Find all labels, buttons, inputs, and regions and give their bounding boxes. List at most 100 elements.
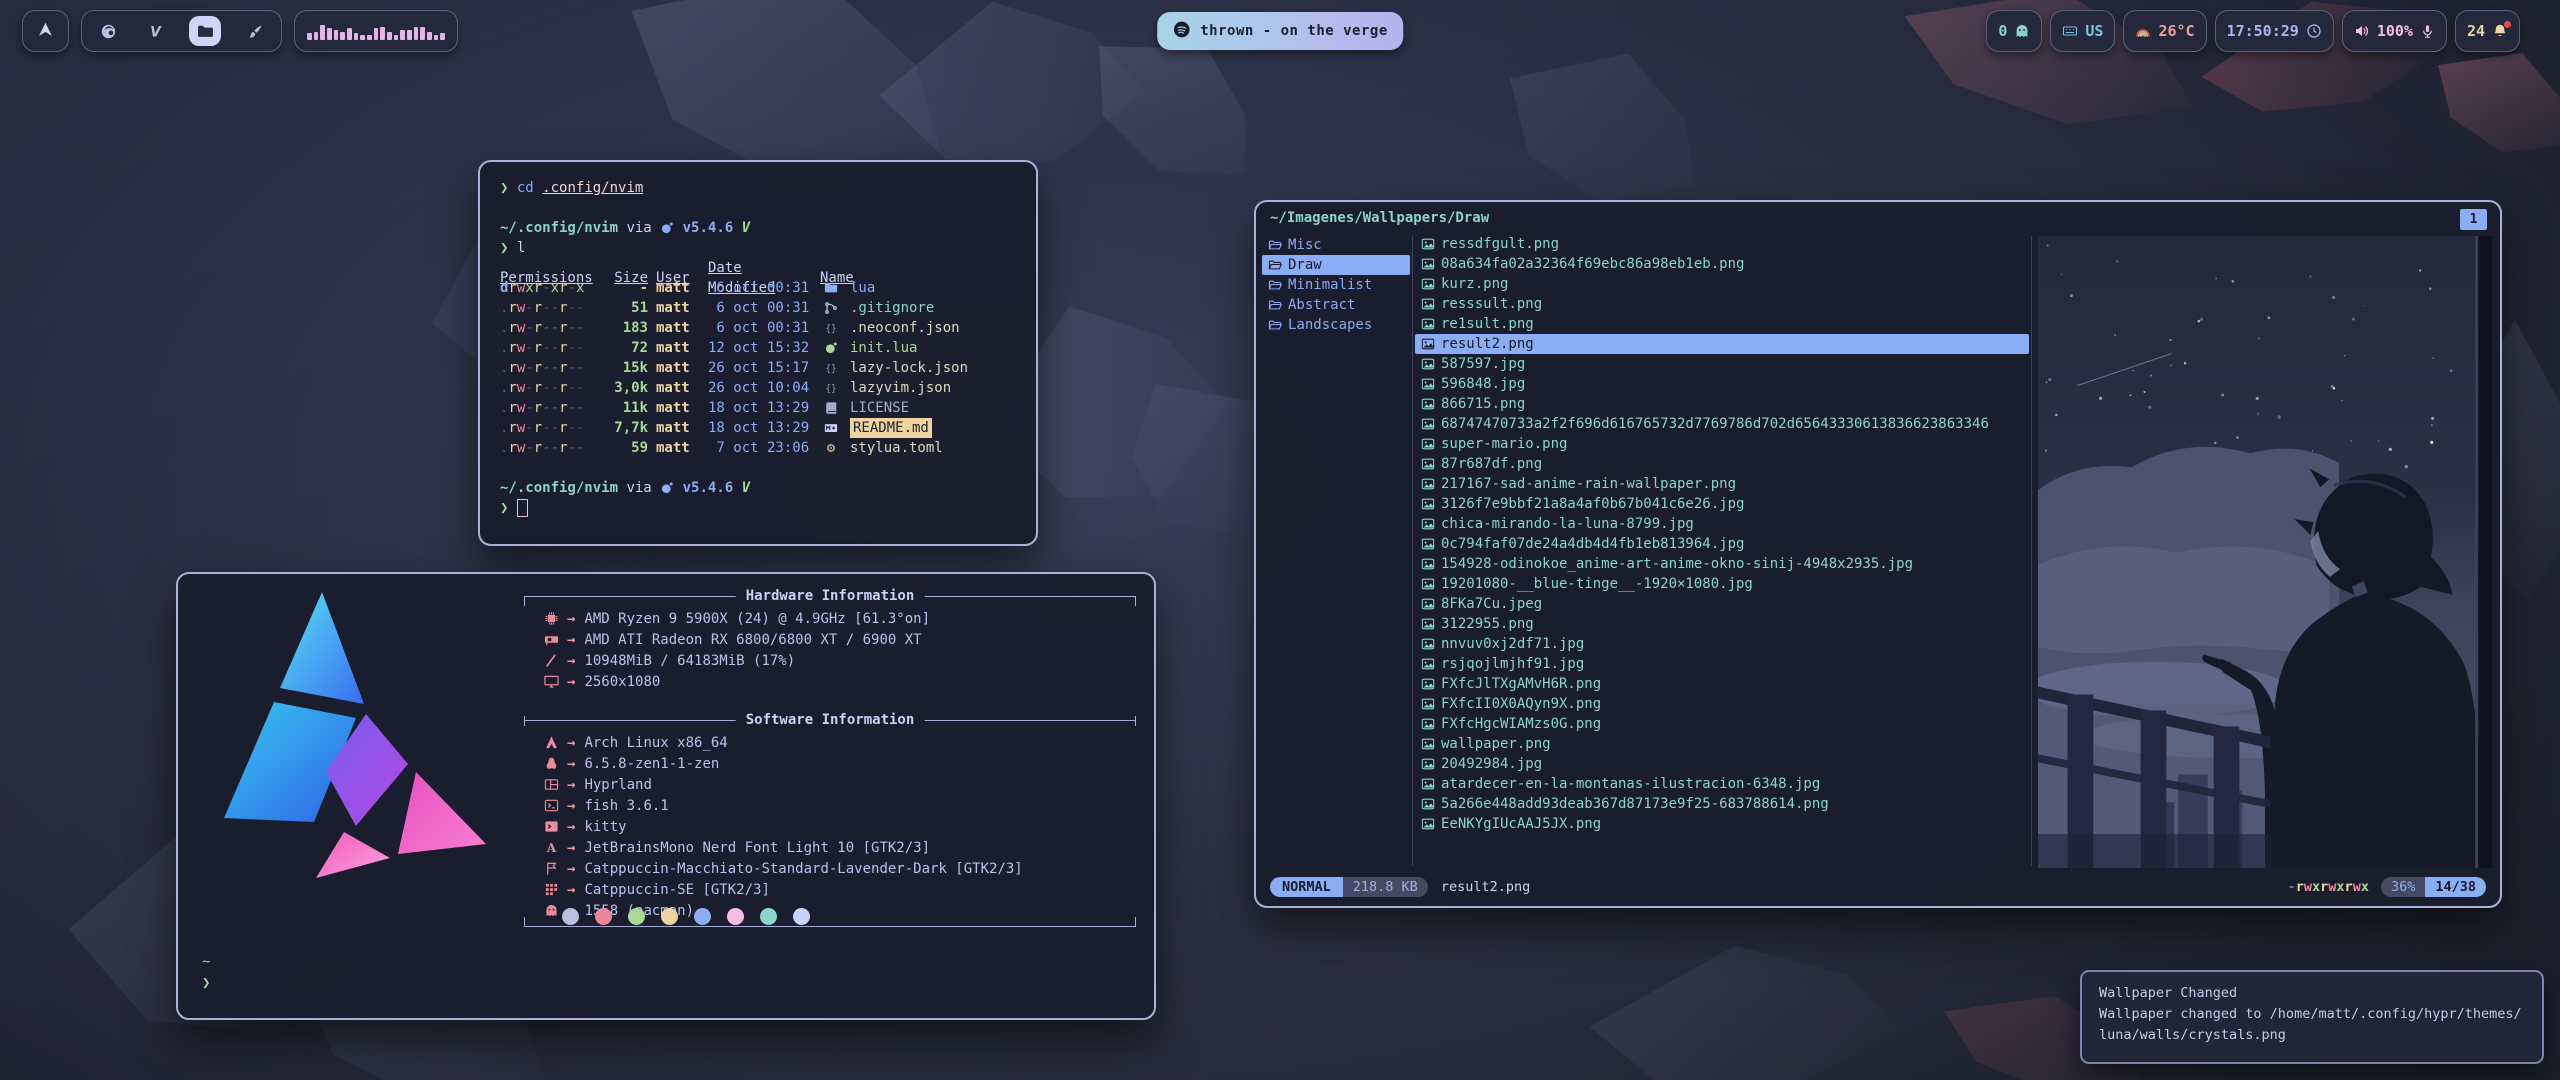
file-name: 87r687df.png — [1441, 456, 1542, 472]
sidebar-item-landscapes[interactable]: Landscapes — [1262, 315, 1410, 335]
now-playing-label: thrown - on the verge — [1200, 23, 1388, 39]
file-item[interactable]: 8FKa7Cu.jpeg — [1415, 594, 2029, 614]
file-item[interactable]: 5a266e448add93deab367d87173e9f25-6837886… — [1415, 794, 2029, 814]
folder-icon — [824, 281, 838, 295]
launcher-button[interactable] — [22, 10, 69, 52]
arrow-icon: → — [567, 632, 575, 648]
file-item[interactable]: 596848.jpg — [1415, 374, 2029, 394]
folder-icon — [197, 23, 214, 40]
pacman-ghost-icon-wrap — [538, 903, 564, 918]
file-item[interactable]: 866715.png — [1415, 394, 2029, 414]
image-file-icon-wrap — [1421, 817, 1441, 831]
file-item[interactable]: 0c794faf07de24a4db4d4fb1eb813964.jpg — [1415, 534, 2029, 554]
image-icon — [1421, 277, 1435, 291]
arrow-icon: → — [567, 819, 575, 835]
image-file-icon-wrap — [1421, 397, 1441, 411]
widget-keyboard-layout[interactable]: US — [2050, 10, 2115, 52]
visualizer-bar — [407, 30, 412, 40]
file-item[interactable]: 19201080-__blue-tinge__-1920×1080.jpg — [1415, 574, 2029, 594]
ls-file-row: .rw-r--r--3,0kmatt26 oct 10:04{}lazyvim.… — [500, 378, 1016, 398]
workspace-folder[interactable] — [189, 16, 221, 46]
workspace-firefox[interactable] — [95, 16, 121, 46]
sidebar-item-misc[interactable]: Misc — [1262, 235, 1410, 255]
folder-open-icon — [1268, 298, 1282, 312]
widget-clock[interactable]: 17:50:29 — [2215, 10, 2334, 52]
file-owner: matt — [656, 438, 700, 458]
visualizer-bar — [334, 30, 339, 40]
file-item[interactable]: ressdfgult.png — [1415, 234, 2029, 254]
file-owner: matt — [656, 378, 700, 398]
file-item[interactable]: FXfcII0X0AQyn9X.png — [1415, 694, 2029, 714]
file-item[interactable]: re1sult.png — [1415, 314, 2029, 334]
media-player-pill[interactable]: thrown - on the verge — [1157, 12, 1403, 50]
fetch-info-row: →Hyprland — [538, 774, 1136, 795]
firefox-icon — [100, 23, 117, 40]
file-name: lazyvim.json — [850, 378, 951, 398]
visualizer-bar — [354, 33, 359, 40]
svg-text:A: A — [545, 841, 556, 855]
file-item[interactable]: 08a634fa02a32364f69ebc86a98eb1eb.png — [1415, 254, 2029, 274]
file-item[interactable]: kurz.png — [1415, 274, 2029, 294]
bell-icon-wrap — [2492, 23, 2508, 39]
widget-updates[interactable]: 0 — [1986, 10, 2042, 52]
file-item[interactable]: 3126f7e9bbf21a8a4af0b67b041c6e26.jpg — [1415, 494, 2029, 514]
file-item[interactable]: nnvuv0xj2df71.jpg — [1415, 634, 2029, 654]
notification-popup[interactable]: Wallpaper Changed Wallpaper changed to /… — [2080, 970, 2544, 1064]
image-file-icon-wrap — [1421, 477, 1441, 491]
file-item[interactable]: rsjqojlmjhf91.jpg — [1415, 654, 2029, 674]
file-name: 596848.jpg — [1441, 376, 1525, 392]
file-item[interactable]: FXfcJlTXgAMvH6R.png — [1415, 674, 2029, 694]
command-text: cd — [517, 178, 534, 198]
file-item[interactable]: 87r687df.png — [1415, 454, 2029, 474]
visualizer-bar — [420, 27, 425, 40]
sidebar-item-abstract[interactable]: Abstract — [1262, 295, 1410, 315]
file-item[interactable]: super-mario.png — [1415, 434, 2029, 454]
image-file-icon-wrap — [1421, 577, 1441, 591]
widget-label: 17:50:29 — [2227, 22, 2299, 40]
file-size: 3,0k — [600, 378, 648, 398]
cwd-path: ~/.config/nvim — [500, 218, 618, 238]
crystal-logo — [194, 586, 500, 900]
sidebar-item-minimalist[interactable]: Minimalist — [1262, 275, 1410, 295]
widget-label: 100% — [2377, 22, 2413, 40]
file-item[interactable]: result2.png — [1415, 334, 2029, 354]
file-item[interactable]: 154928-odinokoe_anime-art-anime-okno-sin… — [1415, 554, 2029, 574]
widget-label: 26°C — [2158, 22, 2194, 40]
file-item[interactable]: FXfcHgcWIAMzs0G.png — [1415, 714, 2029, 734]
palette-dot — [694, 908, 711, 925]
json-icon: {} — [824, 381, 838, 395]
widget-notifications[interactable]: 24 — [2455, 10, 2520, 52]
palette-dot — [661, 908, 678, 925]
file-size-indicator: 218.8 KB — [1343, 877, 1428, 897]
image-icon — [1421, 237, 1435, 251]
image-file-icon-wrap — [1421, 297, 1441, 311]
tab-badge[interactable]: 1 — [2460, 209, 2487, 230]
file-item[interactable]: EeNKYgIUcAAJ5JX.png — [1415, 814, 2029, 834]
folder-open-icon-wrap — [1268, 238, 1288, 252]
file-item[interactable]: 217167-sad-anime-rain-wallpaper.png — [1415, 474, 2029, 494]
widget-volume[interactable]: 100% — [2342, 10, 2447, 52]
image-icon — [1421, 677, 1435, 691]
file-item[interactable]: 587597.jpg — [1415, 354, 2029, 374]
file-item[interactable]: chica-mirando-la-luna-8799.jpg — [1415, 514, 2029, 534]
workspace-brush[interactable] — [242, 16, 268, 46]
git-icon — [824, 301, 838, 315]
file-item[interactable]: resssult.png — [1415, 294, 2029, 314]
arrow-icon: → — [567, 777, 575, 793]
widget-weather[interactable]: 26°C — [2123, 10, 2206, 52]
folder-open-icon — [1268, 238, 1282, 252]
sidebar-item-draw[interactable]: Draw — [1262, 255, 1410, 275]
palette-dot — [595, 908, 612, 925]
notification-body: Wallpaper changed to /home/matt/.config/… — [2099, 1004, 2525, 1046]
file-date: 18 oct 13:29 — [708, 398, 812, 418]
file-item[interactable]: 20492984.jpg — [1415, 754, 2029, 774]
file-name: 08a634fa02a32364f69ebc86a98eb1eb.png — [1441, 256, 1744, 272]
scroll-progress: 36% — [2381, 877, 2425, 897]
file-item[interactable]: atardecer-en-la-montanas-ilustracion-634… — [1415, 774, 2029, 794]
file-item[interactable]: 68747470733a2f2f696d616765732d7769786d70… — [1415, 414, 2029, 434]
file-item[interactable]: wallpaper.png — [1415, 734, 2029, 754]
filetype-icon-wrap: {} — [820, 361, 842, 375]
workspace-vim[interactable]: V — [142, 16, 168, 46]
shell-icon — [544, 798, 559, 813]
file-item[interactable]: 3122955.png — [1415, 614, 2029, 634]
